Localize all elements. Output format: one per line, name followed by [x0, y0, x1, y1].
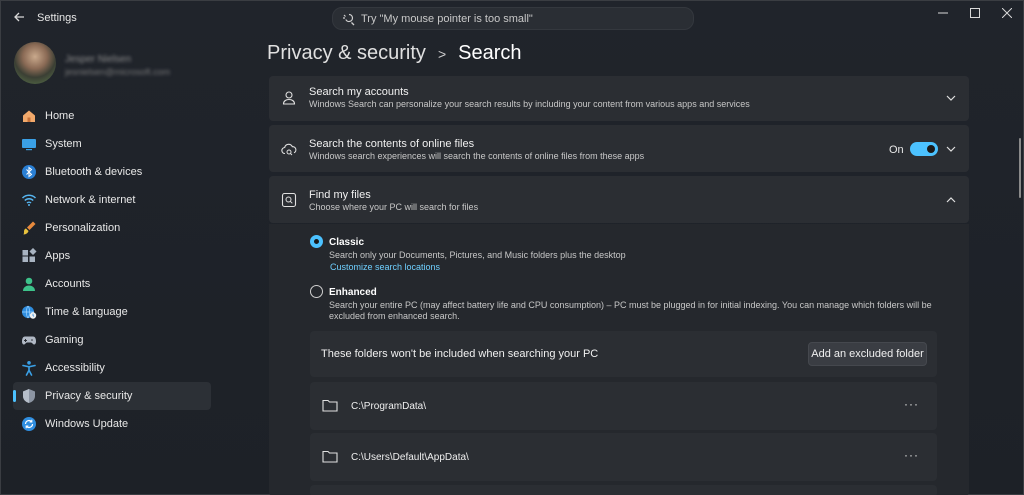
person-icon [23, 277, 35, 291]
sidebar-item-windows-update[interactable]: Windows Update [13, 410, 211, 438]
folder-path: C:\ProgramData\ [351, 401, 427, 412]
search-input[interactable] [361, 12, 681, 25]
classic-radio[interactable] [310, 235, 323, 248]
back-button[interactable] [9, 7, 29, 27]
maximize-icon [970, 8, 980, 18]
home-icon [23, 110, 35, 122]
sidebar-item-bluetooth[interactable]: Bluetooth & devices [13, 158, 211, 186]
sidebar-item-label: Bluetooth & devices [45, 166, 143, 178]
excluded-folder-row-partial [310, 485, 937, 495]
folder-path: C:\Users\Default\AppData\ [351, 452, 469, 463]
add-excluded-folder-button[interactable]: Add an excluded folder [808, 342, 927, 366]
sidebar-item-accounts[interactable]: Accounts [13, 270, 211, 298]
sidebar-item-gaming[interactable]: Gaming [13, 326, 211, 354]
breadcrumb: Privacy & security > Search [267, 42, 522, 65]
search-accounts-desc: Windows Search can personalize your sear… [309, 99, 750, 109]
sidebar-item-label: Accounts [45, 278, 91, 290]
file-search-icon [281, 192, 297, 208]
monitor-icon [22, 139, 36, 151]
classic-option-title: Classic [329, 237, 365, 248]
online-files-desc: Windows search experiences will search t… [309, 151, 645, 161]
gamepad-icon [22, 336, 36, 345]
profile-name: Jesper Nielsen [65, 54, 132, 65]
settings-window: Settings Jesper Nielsen jesnielsen@micro… [0, 0, 1024, 495]
excluded-folder-row: C:\Users\Default\AppData\ ··· [310, 433, 937, 481]
sidebar-item-accessibility[interactable]: Accessibility [13, 354, 211, 382]
apps-icon [22, 248, 37, 262]
sidebar-item-label: Home [45, 110, 75, 122]
paintbrush-icon [23, 221, 36, 235]
more-options-button[interactable]: ··· [904, 448, 919, 462]
folder-icon [322, 399, 338, 412]
toggle-state-label: On [889, 144, 904, 156]
minimize-button[interactable] [927, 4, 959, 24]
avatar [14, 42, 56, 84]
online-files-toggle[interactable] [910, 142, 938, 156]
sidebar-item-label: Privacy & security [45, 390, 133, 402]
sidebar-item-label: Windows Update [45, 418, 129, 430]
close-icon [1001, 7, 1013, 19]
sidebar-item-home[interactable]: Home [13, 102, 211, 130]
minimize-icon [938, 12, 948, 14]
bluetooth-icon [22, 165, 36, 179]
scrollbar-thumb[interactable] [1019, 138, 1021, 198]
wifi-icon [21, 194, 37, 206]
more-options-button[interactable]: ··· [904, 397, 919, 411]
sidebar-item-label: Accessibility [45, 362, 105, 374]
search-online-files-card[interactable]: Search the contents of online files Wind… [269, 125, 969, 172]
globe-clock-icon [22, 305, 37, 319]
app-title: Settings [37, 12, 77, 24]
classic-option-desc: Search only your Documents, Pictures, an… [329, 250, 626, 260]
chevron-down-icon [946, 146, 956, 152]
excluded-folders-label: These folders won't be included when sea… [321, 348, 599, 360]
sidebar-item-label: Apps [45, 250, 71, 262]
enhanced-radio[interactable] [310, 285, 323, 298]
profile-email: jesnielsen@microsoft.com [65, 67, 171, 77]
person-outline-icon [282, 91, 296, 105]
online-files-title: Search the contents of online files [309, 138, 475, 150]
maximize-button[interactable] [959, 4, 991, 24]
breadcrumb-parent[interactable]: Privacy & security [267, 42, 426, 65]
excluded-folders-header: These folders won't be included when sea… [310, 331, 937, 377]
chevron-up-icon [946, 197, 956, 203]
accessibility-icon [22, 361, 36, 376]
breadcrumb-separator: > [437, 45, 447, 62]
sidebar-item-label: System [45, 138, 82, 150]
search-icon [343, 13, 355, 25]
find-my-files-card[interactable]: Find my files Choose where your PC will … [269, 176, 969, 223]
shield-icon [23, 389, 35, 403]
sidebar-nav: Home System Bluetooth & devices Network … [13, 102, 211, 438]
sidebar-item-personalization[interactable]: Personalization [13, 214, 211, 242]
page-title: Search [458, 42, 522, 64]
user-profile[interactable]: Jesper Nielsen jesnielsen@microsoft.com [14, 42, 214, 86]
enhanced-option-title: Enhanced [329, 287, 377, 298]
close-button[interactable] [991, 4, 1023, 24]
sidebar-item-network[interactable]: Network & internet [13, 186, 211, 214]
folder-icon [322, 450, 338, 463]
search-accounts-card[interactable]: Search my accounts Windows Search can pe… [269, 76, 969, 121]
update-icon [22, 417, 36, 431]
sidebar-item-privacy-security[interactable]: Privacy & security [13, 382, 211, 410]
enhanced-option-desc-continued: excluded from enhanced search. [329, 311, 460, 321]
sidebar-item-apps[interactable]: Apps [13, 242, 211, 270]
find-my-files-desc: Choose where your PC will search for fil… [309, 202, 479, 212]
sidebar-item-label: Time & language [45, 306, 128, 318]
find-my-files-title: Find my files [309, 189, 371, 201]
chevron-down-icon [946, 95, 956, 101]
title-bar: Settings [1, 1, 1023, 35]
settings-search-box[interactable] [332, 7, 694, 30]
sidebar-item-label: Network & internet [45, 194, 136, 206]
excluded-folder-row: C:\ProgramData\ ··· [310, 382, 937, 430]
sidebar-item-label: Gaming [45, 334, 84, 346]
sidebar-item-time-language[interactable]: Time & language [13, 298, 211, 326]
arrow-left-icon [14, 12, 24, 22]
cloud-search-icon [281, 143, 297, 156]
sidebar-item-system[interactable]: System [13, 130, 211, 158]
search-accounts-title: Search my accounts [309, 86, 409, 98]
customize-search-locations-link[interactable]: Customize search locations [330, 262, 440, 272]
sidebar-item-label: Personalization [45, 222, 121, 234]
